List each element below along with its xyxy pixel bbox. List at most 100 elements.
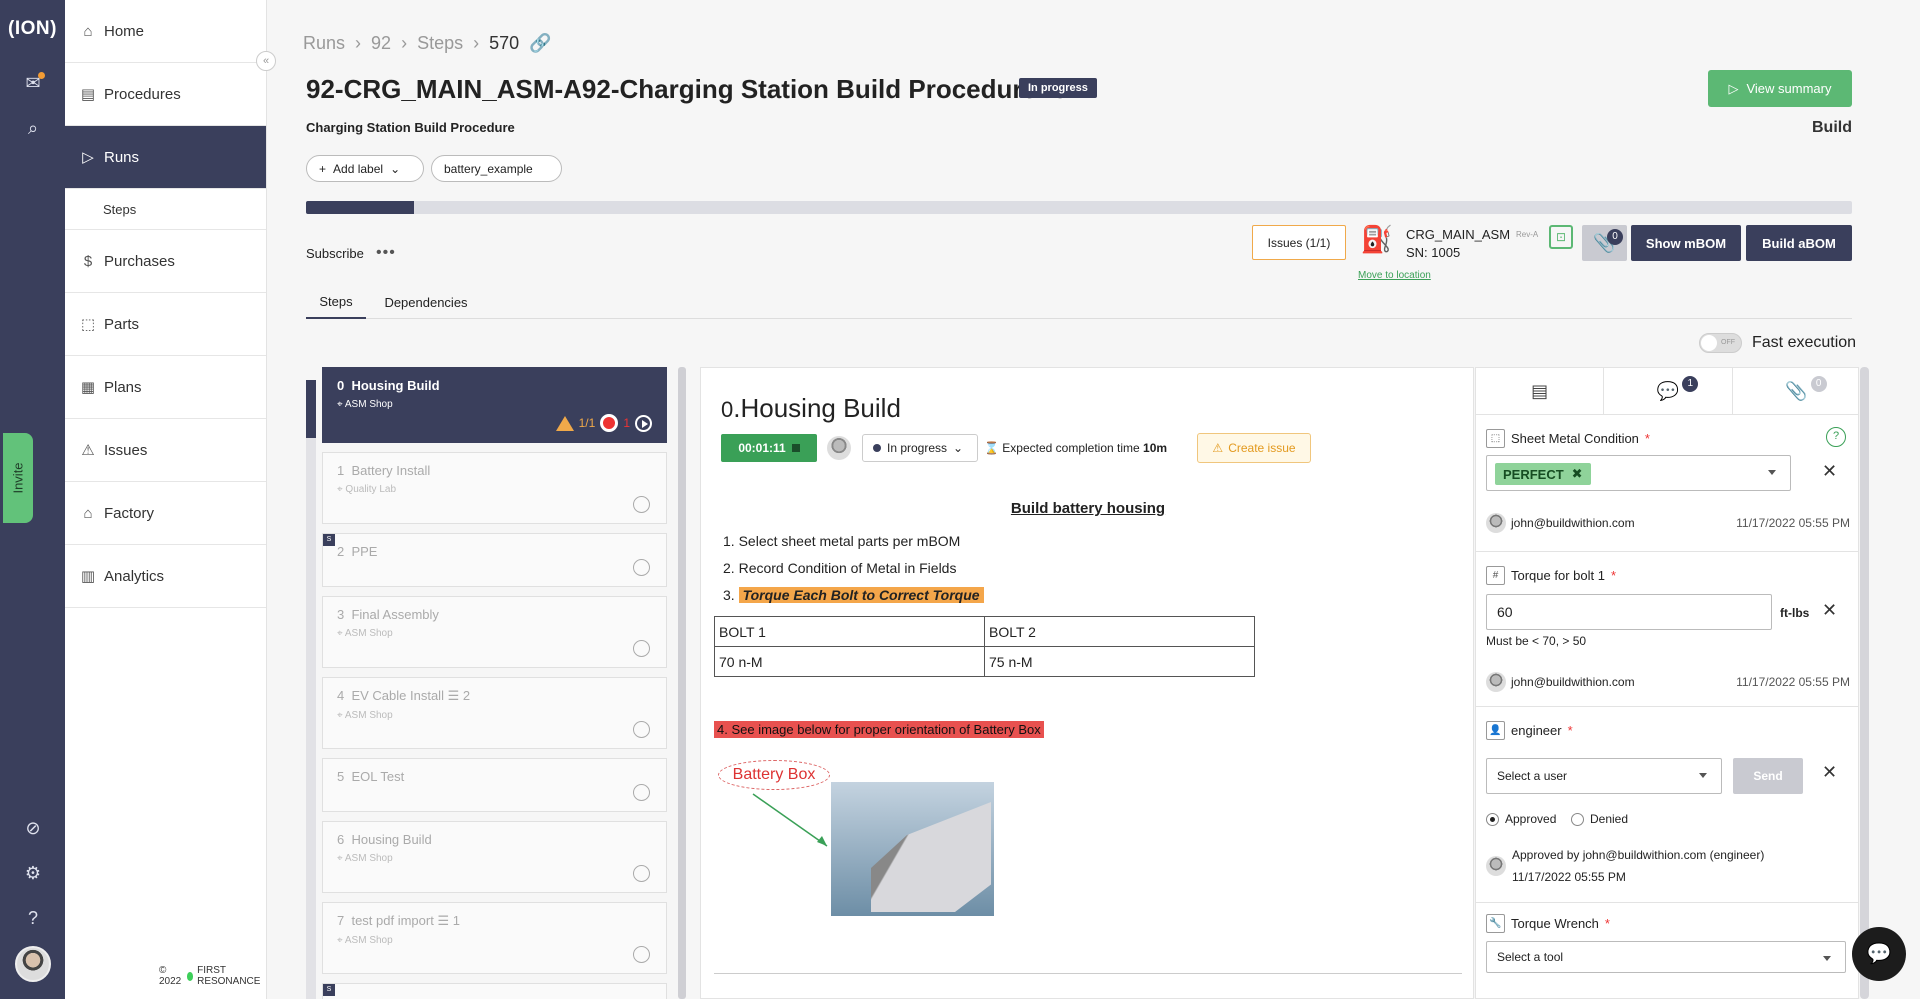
inbox-icon[interactable]: ✉ xyxy=(20,70,46,96)
chevron-down-icon: ⌄ xyxy=(390,161,401,176)
step-card-6[interactable]: 6 Housing Build ⌖ ASM Shop xyxy=(322,821,667,893)
sidebar-item-runs[interactable]: ▷ Runs xyxy=(65,126,266,189)
help-icon[interactable]: ? xyxy=(1826,427,1846,447)
sidebar-item-purchases[interactable]: $ Purchases xyxy=(65,230,266,293)
sidebar-item-procedures[interactable]: ▤ Procedures xyxy=(65,63,266,126)
step-status-select[interactable]: In progress ⌄ xyxy=(862,434,978,462)
tab-bar: Steps Dependencies xyxy=(306,286,1852,319)
breadcrumb-run-id[interactable]: 92 xyxy=(371,33,391,54)
sidebar-item-issues[interactable]: ⚠ Issues xyxy=(65,419,266,482)
step-card-8[interactable]: S xyxy=(322,983,667,999)
step-status-circle-icon xyxy=(633,865,650,882)
sidebar-item-parts[interactable]: ⬚ Parts xyxy=(65,293,266,356)
step-timer[interactable]: 00:01:11 xyxy=(721,434,817,462)
help-icon[interactable]: ? xyxy=(20,905,46,931)
step-status-circle-icon xyxy=(633,721,650,738)
sheet-metal-select[interactable]: PERFECT ✖ xyxy=(1486,455,1791,491)
step-status-circle-icon xyxy=(633,946,650,963)
step-card-1[interactable]: 1 Battery Install ⌖ Quality Lab xyxy=(322,452,667,524)
send-button[interactable]: Send xyxy=(1733,758,1803,794)
tab-dependencies[interactable]: Dependencies xyxy=(374,286,478,319)
instruction-item: 1. Select sheet metal parts per mBOM xyxy=(723,533,961,549)
chevron-right-icon: › xyxy=(473,33,480,53)
scan-icon[interactable]: ⊡ xyxy=(1549,225,1573,249)
divider-line xyxy=(714,973,1462,974)
label-tag[interactable]: battery_example xyxy=(431,155,562,182)
select-tool-dropdown[interactable]: Select a tool xyxy=(1486,941,1846,973)
gear-icon[interactable]: ⚙ xyxy=(20,860,46,886)
ion-logo[interactable]: (ION) xyxy=(0,18,65,40)
sidebar-item-home[interactable]: ⌂ Home xyxy=(65,0,266,63)
bolt-torque-table: BOLT 1 BOLT 2 70 n-M 75 n-M xyxy=(714,616,1255,677)
calendar-icon: ▦ xyxy=(80,379,96,396)
clear-field-icon[interactable]: ✕ xyxy=(1822,762,1837,783)
view-summary-button[interactable]: ▷ View summary xyxy=(1708,70,1852,107)
factory-icon: ⌂ xyxy=(83,504,93,522)
play-icon[interactable] xyxy=(635,414,652,432)
show-mbom-button[interactable]: Show mBOM xyxy=(1631,225,1741,261)
search-analytics-icon[interactable]: ⌕ xyxy=(20,115,46,141)
collapse-sidebar-button[interactable]: « xyxy=(256,51,276,71)
run-progress-fill xyxy=(306,201,415,214)
instruction-item: 2. Record Condition of Metal in Fields xyxy=(723,560,957,576)
more-options-icon[interactable]: ••• xyxy=(376,244,396,262)
issues-button[interactable]: Issues (1/1) xyxy=(1252,225,1346,260)
run-progress-bar xyxy=(306,201,1852,214)
right-panel-scrollbar[interactable] xyxy=(1860,367,1869,999)
select-user-dropdown[interactable]: Select a user xyxy=(1486,758,1722,794)
orientation-note: 4. See image below for proper orientatio… xyxy=(714,721,1044,738)
sidebar-item-factory[interactable]: ⌂ Factory xyxy=(65,482,266,545)
battery-box-image[interactable] xyxy=(831,782,994,916)
battery-box-callout: Battery Box xyxy=(718,760,830,790)
instructions-list: 1. Select sheet metal parts per mBOM 2. … xyxy=(723,528,984,609)
breadcrumb-runs[interactable]: Runs xyxy=(303,33,345,54)
breadcrumb-steps[interactable]: Steps xyxy=(417,33,463,54)
panel-resize-handle[interactable] xyxy=(678,367,686,999)
build-abom-button[interactable]: Build aBOM xyxy=(1746,225,1852,261)
user-avatar[interactable] xyxy=(15,946,51,982)
approved-radio[interactable]: Approved xyxy=(1486,812,1556,826)
link-icon[interactable]: 🔗 xyxy=(529,33,551,54)
tab-fields[interactable]: ▤ xyxy=(1476,368,1605,414)
denied-radio[interactable]: Denied xyxy=(1571,812,1628,826)
step-status-icons: 1/1 1 xyxy=(555,414,652,432)
remove-chip-icon[interactable]: ✖ xyxy=(1572,466,1583,482)
tab-attachments[interactable]: 📎 0 xyxy=(1733,368,1858,414)
step-card-0[interactable]: 0 Housing Build ⌖ ASM Shop 1/1 1 xyxy=(322,367,667,443)
table-row: BOLT 1 BOLT 2 xyxy=(714,616,1255,647)
unit-serial: SN: 1005 xyxy=(1406,245,1461,260)
step-card-4[interactable]: 4 EV Cable Install ☰ 2 ⌖ ASM Shop xyxy=(322,677,667,749)
field-torque-wrench: 🔧 Torque Wrench * Select a tool xyxy=(1476,903,1858,998)
document-icon: ▤ xyxy=(1531,381,1549,401)
step-card-7[interactable]: 7 test pdf import ☰ 1 ⌖ ASM Shop xyxy=(322,902,667,974)
chat-support-button[interactable]: 💬 xyxy=(1852,927,1906,981)
step-card-3[interactable]: 3 Final Assembly ⌖ ASM Shop xyxy=(322,596,667,668)
sidebar-item-plans[interactable]: ▦ Plans xyxy=(65,356,266,419)
create-issue-button[interactable]: ⚠ Create issue xyxy=(1197,433,1311,463)
chevron-right-icon: › xyxy=(355,33,362,53)
required-marker: * xyxy=(1604,916,1610,931)
location-pin-icon: ⌖ xyxy=(337,628,343,639)
torque-input[interactable]: 60 xyxy=(1486,594,1772,630)
sidebar-subitem-steps[interactable]: Steps xyxy=(65,189,266,230)
terminal-icon[interactable]: ⊘ xyxy=(20,815,46,841)
attachments-button[interactable]: 📎 0 xyxy=(1582,225,1627,261)
invite-tab[interactable]: Invite xyxy=(3,433,33,523)
sidebar: ⌂ Home ▤ Procedures ▷ Runs Steps $ Purchases… xyxy=(65,0,267,999)
step-card-2[interactable]: S 2 PPE xyxy=(322,533,667,587)
clear-field-icon[interactable]: ✕ xyxy=(1822,600,1837,621)
tab-comments[interactable]: 💬 1 xyxy=(1604,368,1733,414)
user-field-icon: 👤 xyxy=(1486,721,1505,740)
field-label: # Torque for bolt 1 * xyxy=(1486,566,1616,585)
footer: © 2022 FIRST RESONANCE xyxy=(159,965,261,987)
assignee-avatar[interactable] xyxy=(827,436,851,460)
move-to-location-link[interactable]: Move to location xyxy=(1358,270,1431,281)
clear-field-icon[interactable]: ✕ xyxy=(1822,461,1837,482)
fast-execution-toggle[interactable]: OFF xyxy=(1699,333,1742,353)
step-card-5[interactable]: 5 EOL Test xyxy=(322,758,667,812)
charging-station-icon: ⛽ xyxy=(1360,224,1394,254)
subscribe-link[interactable]: Subscribe xyxy=(306,246,364,261)
tab-steps[interactable]: Steps xyxy=(306,286,366,319)
add-label-button[interactable]: + Add label ⌄ xyxy=(306,155,424,182)
sidebar-item-analytics[interactable]: ▥ Analytics xyxy=(65,545,266,608)
